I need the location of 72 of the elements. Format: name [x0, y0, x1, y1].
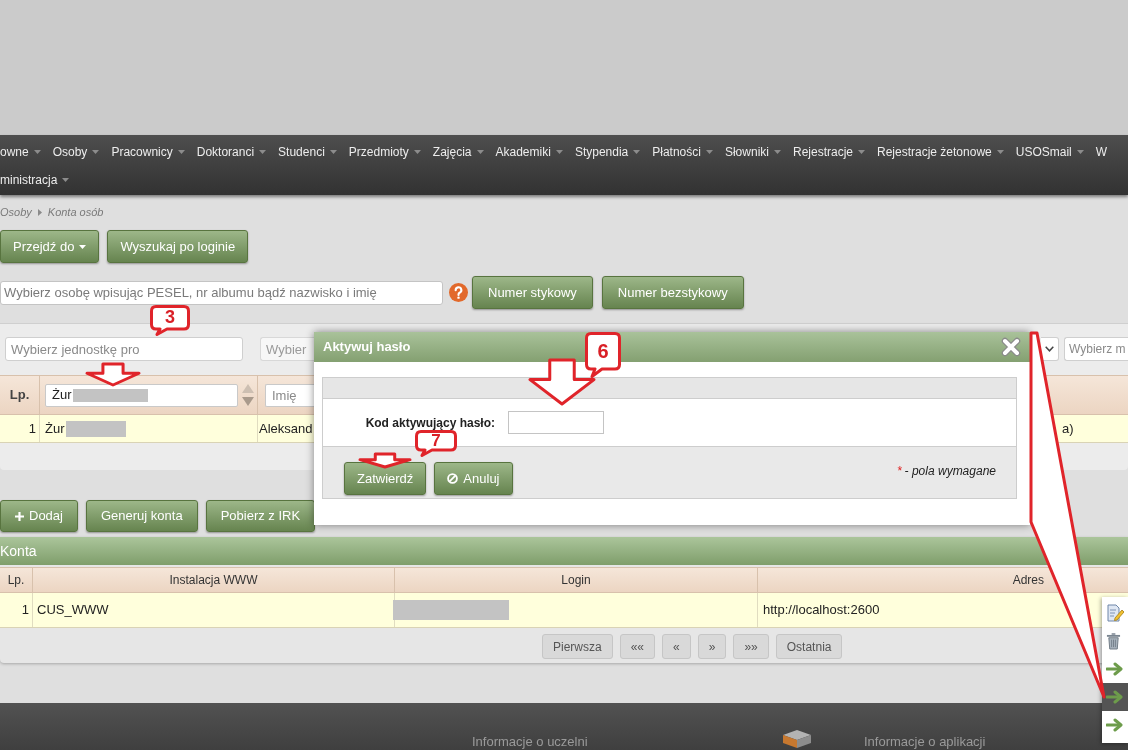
arrow-right-icon: [1106, 718, 1124, 732]
nav-menu-item[interactable]: Akademiki: [495, 143, 563, 161]
menu-item[interactable]: [1102, 683, 1128, 711]
nav-menu-item[interactable]: Studenci: [278, 143, 337, 161]
close-icon: [1001, 337, 1021, 357]
down-arrow-icon: [85, 362, 141, 387]
column-header: Adres: [1011, 572, 1045, 589]
pagination-button[interactable]: »: [697, 634, 727, 659]
cell-text: a): [1062, 419, 1074, 438]
surname-text: Żur: [45, 419, 65, 438]
nav-menu-item[interactable]: Stypendia: [574, 143, 641, 161]
field-label: Kod aktywujący hasło:: [364, 414, 495, 432]
table-cell: 1: [0, 415, 40, 442]
search-input[interactable]: Wybierz osobę wpisując PESEL, nr albumu bądź nazwisko i imię: [0, 280, 443, 305]
address-text: http://localhost:2600: [763, 601, 880, 620]
required-mark: *: [896, 463, 902, 480]
ban-icon: [447, 473, 459, 484]
filter-input[interactable]: Wybier: [260, 337, 314, 361]
filter-input[interactable]: Wybierz jednostkę pro: [5, 337, 243, 361]
nav-menu-item[interactable]: Pracownicy: [111, 143, 185, 161]
plus-icon: [15, 511, 24, 521]
nav-menu-item[interactable]: Osoby: [52, 143, 100, 161]
callout-bubble: 3: [150, 305, 190, 336]
down-arrow-icon: [528, 358, 596, 406]
edit-document-icon: [1106, 604, 1124, 622]
footer-heading: Informacje o uczelni: [472, 734, 588, 749]
help-icon[interactable]: [449, 283, 468, 302]
pagination-button[interactable]: ««: [619, 634, 656, 659]
down-arrow-icon: [358, 452, 412, 469]
callout-bubble: 7: [415, 430, 457, 457]
column-header: Lp.: [0, 376, 40, 414]
nav-menu-item[interactable]: ministracja: [0, 171, 70, 189]
first-name-text: Aleksand: [259, 419, 313, 438]
menu-item[interactable]: [1102, 655, 1128, 683]
cube-icon: [782, 729, 812, 749]
dialog-title: Aktywuj hasło: [323, 338, 411, 357]
arrow-right-icon: [1106, 662, 1124, 676]
table-row[interactable]: 1 CUS_WWW http://localhost:2600: [0, 593, 1128, 628]
column-header: Login: [395, 568, 758, 592]
nav-menu-item[interactable]: W: [1095, 143, 1108, 161]
nav-menu-item[interactable]: Słowniki: [724, 143, 781, 161]
nav-menu-item[interactable]: USOSmail: [1015, 143, 1084, 161]
arrow-right-icon: [1106, 690, 1124, 704]
trash-icon: [1106, 632, 1121, 650]
filter-input[interactable]: Imię: [265, 383, 314, 407]
pagination-button[interactable]: »»: [733, 634, 769, 659]
close-button[interactable]: [1001, 337, 1021, 357]
select-field[interactable]: [1041, 337, 1059, 361]
panel-title: Konta: [0, 541, 37, 561]
caret-right-icon: [37, 208, 42, 216]
nav-menu-item[interactable]: Przedmioty: [348, 143, 421, 161]
column-header: Instalacja WWW: [33, 568, 395, 592]
nav-menu-item[interactable]: Rejestracje: [792, 143, 865, 161]
table-cell: 1: [0, 593, 33, 627]
required-note: - pola wymagane: [904, 463, 996, 480]
column-header: Lp.: [0, 568, 33, 592]
nav-menu-item[interactable]: owne: [0, 143, 41, 161]
nav-menu-item[interactable]: Doktoranci: [196, 143, 267, 161]
menu-item[interactable]: [1102, 711, 1128, 739]
sort-icon[interactable]: [242, 384, 254, 406]
pagination-button[interactable]: «: [662, 634, 691, 659]
chevron-down-icon: [1045, 346, 1054, 352]
filter-input[interactable]: Żur: [45, 383, 238, 407]
nav-menu-item[interactable]: Rejestracje żetonowe: [877, 143, 1004, 161]
pagination-button[interactable]: Pierwsza: [542, 634, 613, 659]
footer-heading: Informacje o aplikacji: [864, 734, 986, 749]
filter-input[interactable]: Wybierz m: [1064, 337, 1128, 361]
menu-item[interactable]: [1102, 599, 1128, 627]
nav-menu-item[interactable]: Zajęcia: [432, 143, 484, 161]
nav-menu-item[interactable]: Płatności: [652, 143, 713, 161]
code-input[interactable]: [508, 411, 604, 434]
pagination-button[interactable]: Ostatnia: [775, 634, 843, 659]
